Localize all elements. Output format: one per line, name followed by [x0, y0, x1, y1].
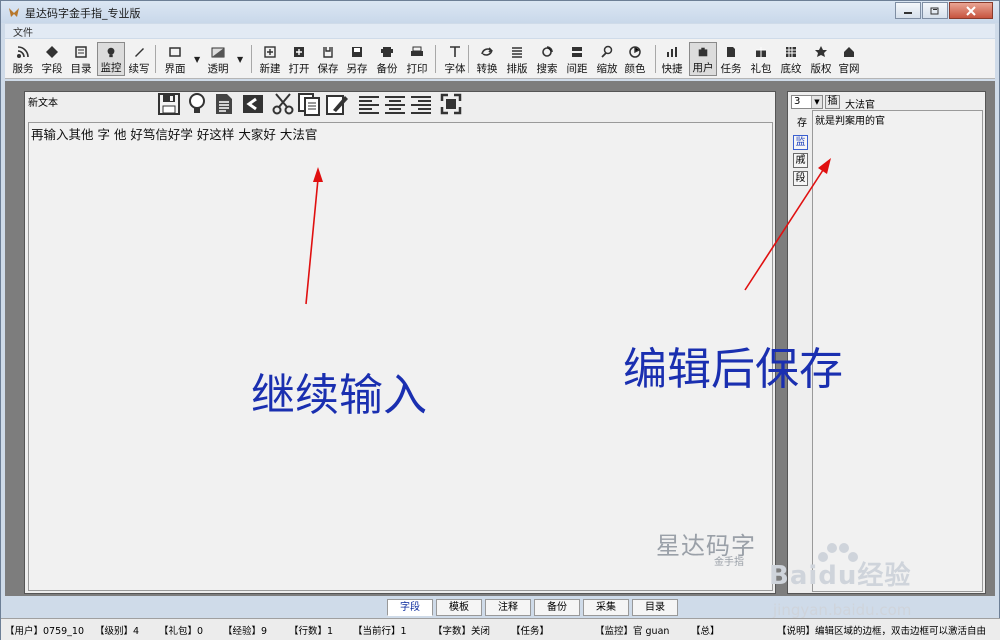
- baidu-url: jingyan.baidu.com: [773, 601, 912, 619]
- tab-2[interactable]: 模板: [436, 599, 482, 616]
- status-monitor: 【监控】官 guan: [595, 626, 670, 637]
- status-current-line: 【当前行】1: [353, 626, 407, 637]
- tab-1[interactable]: 字段: [387, 599, 433, 616]
- status-total: 【总】: [691, 626, 720, 637]
- status-level: 【级别】4: [95, 626, 140, 637]
- watermark-sub: 金手指: [714, 557, 744, 568]
- tab-3[interactable]: 注释: [485, 599, 531, 616]
- app-window: 星达码字金手指_专业版 文件 服务 字段 目录 监控 续写 界面 ▼ 透明 ▼ 新建 打开 保存 另存备…: [0, 0, 1000, 640]
- arrow-left: [305, 167, 323, 305]
- status-note: 【说明】编辑区域的边框，双击边框可以激活自由: [777, 626, 987, 637]
- app-watermark: 星达码字 金手指: [656, 526, 756, 568]
- tab-6[interactable]: 目录: [632, 599, 678, 616]
- tab-5[interactable]: 采集: [583, 599, 629, 616]
- status-exp: 【经验】9: [223, 626, 268, 637]
- annotation-continue-input: 继续输入: [251, 370, 427, 421]
- bottom-tabs: 字段 模板 注释 备份 采集 目录: [387, 599, 681, 617]
- status-chars: 【字数】关闭: [433, 626, 491, 637]
- status-user: 【用户】0759_10: [5, 626, 85, 637]
- status-lines: 【行数】1: [289, 626, 334, 637]
- tab-4[interactable]: 备份: [534, 599, 580, 616]
- baidu-brand: Baidu经验: [769, 561, 912, 591]
- status-task: 【任务】: [511, 626, 550, 637]
- baidu-watermark: Baidu经验 jingyan.baidu.com: [769, 539, 959, 629]
- arrow-right: [744, 158, 831, 291]
- status-gift: 【礼包】0: [159, 626, 204, 637]
- status-bar: 【用户】0759_10 【级别】4 【礼包】0 【经验】9 【行数】1 【当前行…: [1, 618, 1000, 640]
- annotation-save-after-edit: 编辑后保存: [623, 344, 843, 395]
